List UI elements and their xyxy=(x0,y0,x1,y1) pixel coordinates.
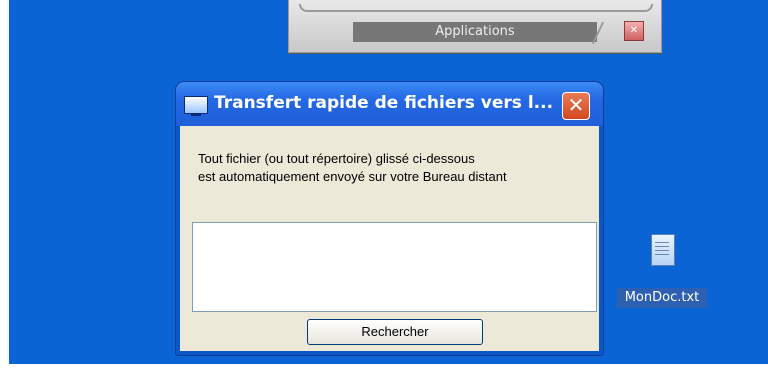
applications-bar: Applications ✕ xyxy=(288,0,662,53)
search-button[interactable]: Rechercher xyxy=(307,319,483,345)
dialog-client: Tout fichier (ou tout répertoire) glissé… xyxy=(180,126,599,351)
applications-label[interactable]: Applications xyxy=(353,22,597,42)
text-file-icon[interactable] xyxy=(647,232,677,272)
instruction-text: Tout fichier (ou tout répertoire) glissé… xyxy=(198,150,507,186)
file-icon-label[interactable]: MonDoc.txt xyxy=(617,288,707,308)
monitor-icon xyxy=(184,96,208,116)
dialog-titlebar[interactable]: Transfert rapide de fichiers vers l... ✕ xyxy=(176,82,603,126)
instruction-line-1: Tout fichier (ou tout répertoire) glissé… xyxy=(198,151,475,166)
dialog-title: Transfert rapide de fichiers vers l... xyxy=(214,93,554,113)
document-icon xyxy=(651,234,675,266)
close-button[interactable]: ✕ xyxy=(562,92,590,120)
file-drop-area[interactable] xyxy=(192,222,597,312)
transfer-dialog: Transfert rapide de fichiers vers l... ✕… xyxy=(176,82,603,355)
appbar-close-icon[interactable]: ✕ xyxy=(624,21,644,41)
appbar-groove xyxy=(299,4,653,12)
instruction-line-2: est automatiquement envoyé sur votre Bur… xyxy=(198,169,507,184)
